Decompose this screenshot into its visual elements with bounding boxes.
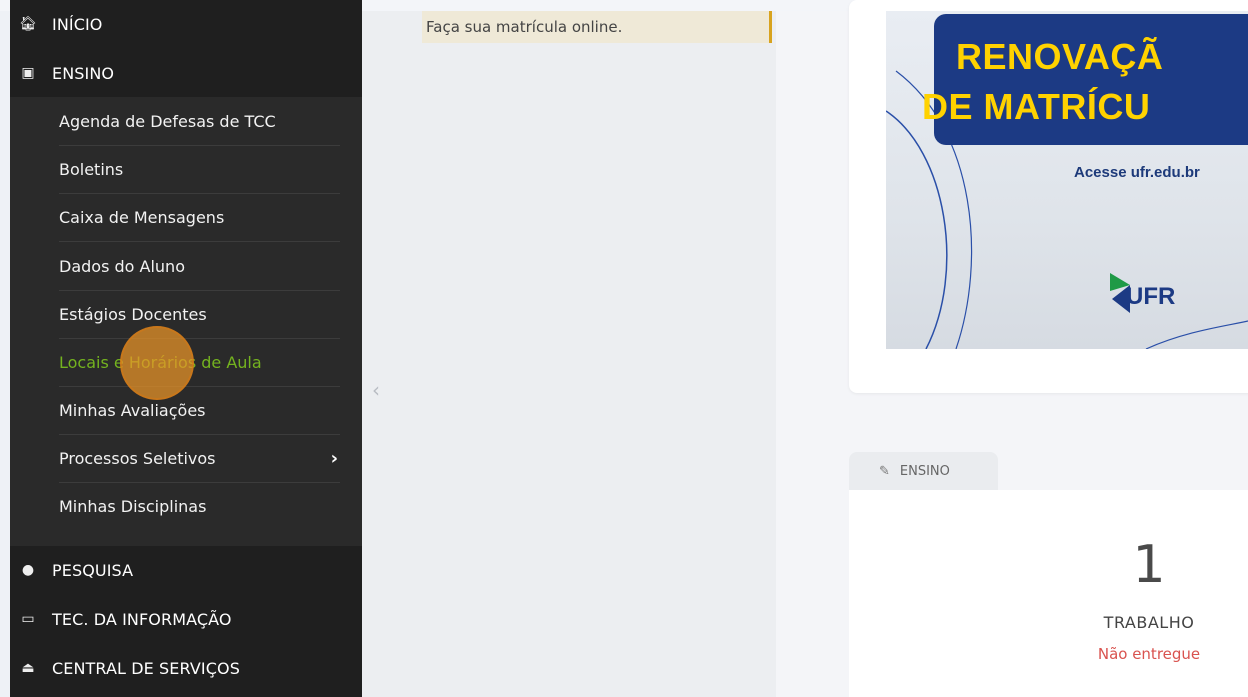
submenu-item-label: Minhas Disciplinas [59,496,207,516]
click-highlight-marker [120,326,194,400]
submenu-item-label: Dados do Aluno [59,256,185,276]
submenu-item-minhas-disciplinas[interactable]: Minhas Disciplinas [59,482,340,530]
home-icon: 🏠︎ [19,16,37,32]
submenu-item-label: Processos Seletivos [59,448,216,468]
laptop-icon: ▭ [21,611,35,627]
submenu-item-label: Estágios Docentes [59,304,207,324]
sidebar-item-label: ENSINO [52,63,115,83]
submenu-item-processos-seletivos[interactable]: Processos Seletivos › [59,434,340,483]
chevron-right-icon: › [330,448,338,469]
stat-number: 1 [1132,535,1166,595]
submenu-item-label: Boletins [59,159,124,179]
middle-panel [362,11,776,697]
submenu-item-caixa-mensagens[interactable]: Caixa de Mensagens [59,193,340,242]
stat-label: TRABALHO [1103,613,1195,632]
sidebar-item-central-servicos[interactable]: ⏏ CENTRAL DE SERVIÇOS [10,644,362,692]
sidebar-item-inicio[interactable]: 🏠︎ INÍCIO [10,0,362,48]
submenu-item-label: Minhas Avaliações [59,400,206,420]
sidebar-item-ensino[interactable]: ▣ ENSINO [10,49,362,97]
chevron-left-icon[interactable]: ‹ [372,378,380,402]
submenu-item-minhas-avaliacoes[interactable]: Minhas Avaliações [59,386,340,435]
sidebar-item-label: CENTRAL DE SERVIÇOS [52,658,240,678]
stat-content: 1 TRABALHO Não entregue [849,0,1248,697]
notice-text: Faça sua matrícula online. [426,18,623,36]
sidebar-item-pesquisa[interactable]: ● PESQUISA [10,546,362,594]
notice-banner: Faça sua matrícula online. [422,11,772,43]
submenu-item-dados-aluno[interactable]: Dados do Aluno [59,242,340,291]
sidebar-item-label: PESQUISA [52,560,134,580]
stat-status: Não entregue [1097,645,1201,663]
sidebar-item-label: INÍCIO [52,14,103,34]
ensino-submenu: Agenda de Defesas de TCC Boletins Caixa … [10,97,362,546]
submenu-item-agenda-defesas[interactable]: Agenda de Defesas de TCC [59,97,340,146]
submenu-item-label: Agenda de Defesas de TCC [59,111,276,131]
globe-icon: ● [21,562,35,578]
submenu-item-estagios-docentes[interactable]: Estágios Docentes [59,290,340,339]
sidebar-item-label: TEC. DA INFORMAÇÃO [52,609,232,629]
teaching-icon: ▣ [21,65,35,81]
submenu-item-locais-horarios[interactable]: Locais e Horários de Aula [59,338,340,387]
submenu-item-boletins[interactable]: Boletins [59,145,340,194]
sidebar-item-tec-informacao[interactable]: ▭ TEC. DA INFORMAÇÃO [10,595,362,643]
eject-icon: ⏏ [21,660,35,676]
submenu-item-label: Caixa de Mensagens [59,207,225,227]
